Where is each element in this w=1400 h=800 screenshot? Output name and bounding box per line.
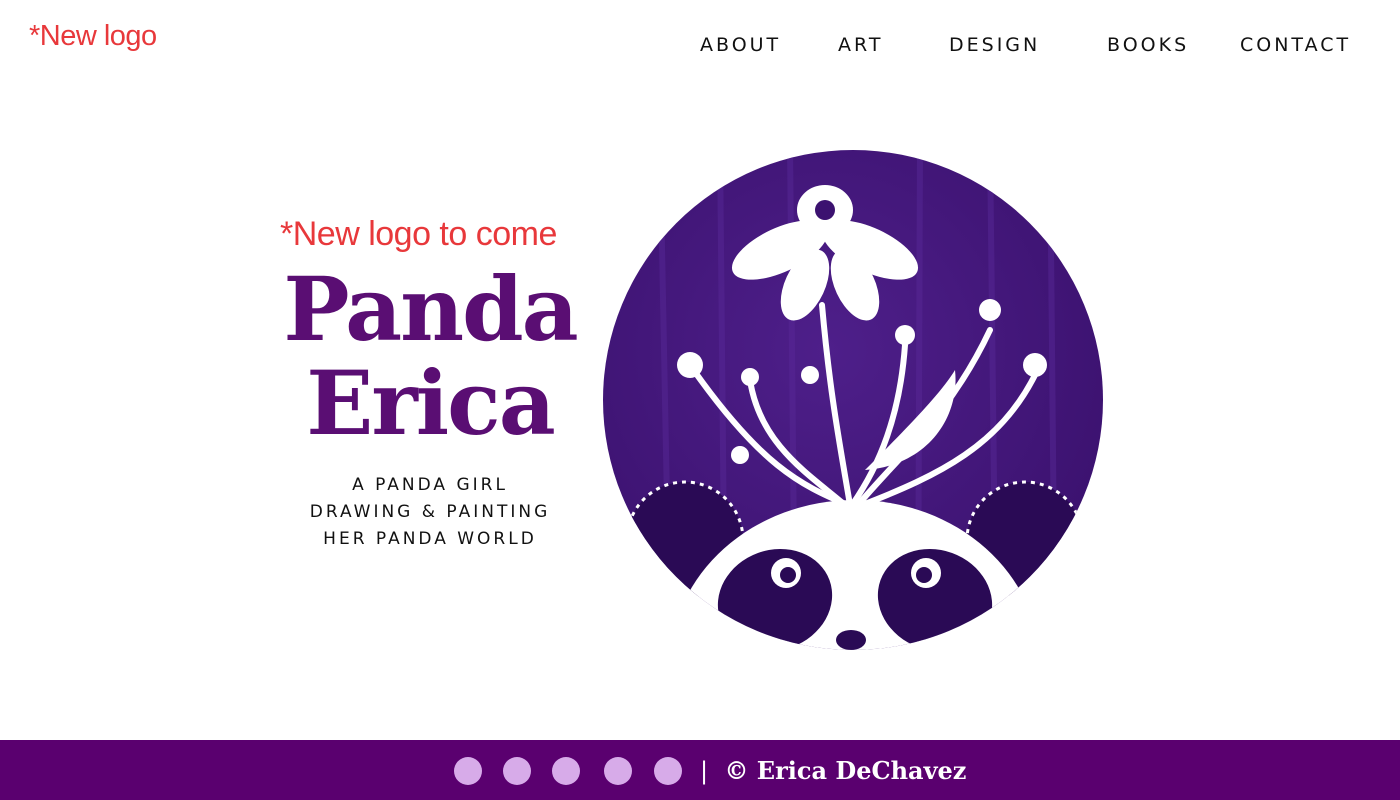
social-icon-5[interactable] <box>654 757 682 785</box>
tagline-line-3: HER PANDA WORLD <box>323 529 537 549</box>
nav-books[interactable]: BOOKS <box>1107 34 1189 56</box>
footer-separator: | <box>700 757 709 785</box>
footer-bar: | © Erica DeChavez <box>0 740 1400 800</box>
panda-flower-svg <box>603 150 1103 650</box>
hero-title: Panda Erica <box>280 262 580 450</box>
social-icon-1[interactable] <box>454 757 482 785</box>
nav-design[interactable]: DESIGN <box>949 34 1040 56</box>
hero-tagline: A PANDA GIRL DRAWING & PAINTING HER PAND… <box>280 472 580 553</box>
tagline-line-1: A PANDA GIRL <box>352 475 508 495</box>
nav-contact[interactable]: CONTACT <box>1240 34 1351 56</box>
social-icon-4[interactable] <box>604 757 632 785</box>
social-icon-2[interactable] <box>503 757 531 785</box>
copyright-notice: | © Erica DeChavez <box>700 756 966 785</box>
nav-about[interactable]: ABOUT <box>700 34 781 56</box>
panda-flower-illustration <box>600 145 1110 655</box>
panda-nose <box>836 630 866 650</box>
copyright-text: © Erica DeChavez <box>724 756 967 785</box>
tagline-line-2: DRAWING & PAINTING <box>309 502 551 522</box>
nav-art[interactable]: ART <box>838 34 883 56</box>
hero-text-block: *New logo to come Panda Erica A PANDA GI… <box>280 215 580 553</box>
hero-logo-note: *New logo to come <box>280 215 557 253</box>
hero-title-line-2: Erica <box>306 351 555 455</box>
social-icon-3[interactable] <box>552 757 580 785</box>
top-navigation: ABOUT ART DESIGN BOOKS CONTACT <box>0 34 1400 64</box>
hero-title-line-1: Panda <box>283 257 578 361</box>
